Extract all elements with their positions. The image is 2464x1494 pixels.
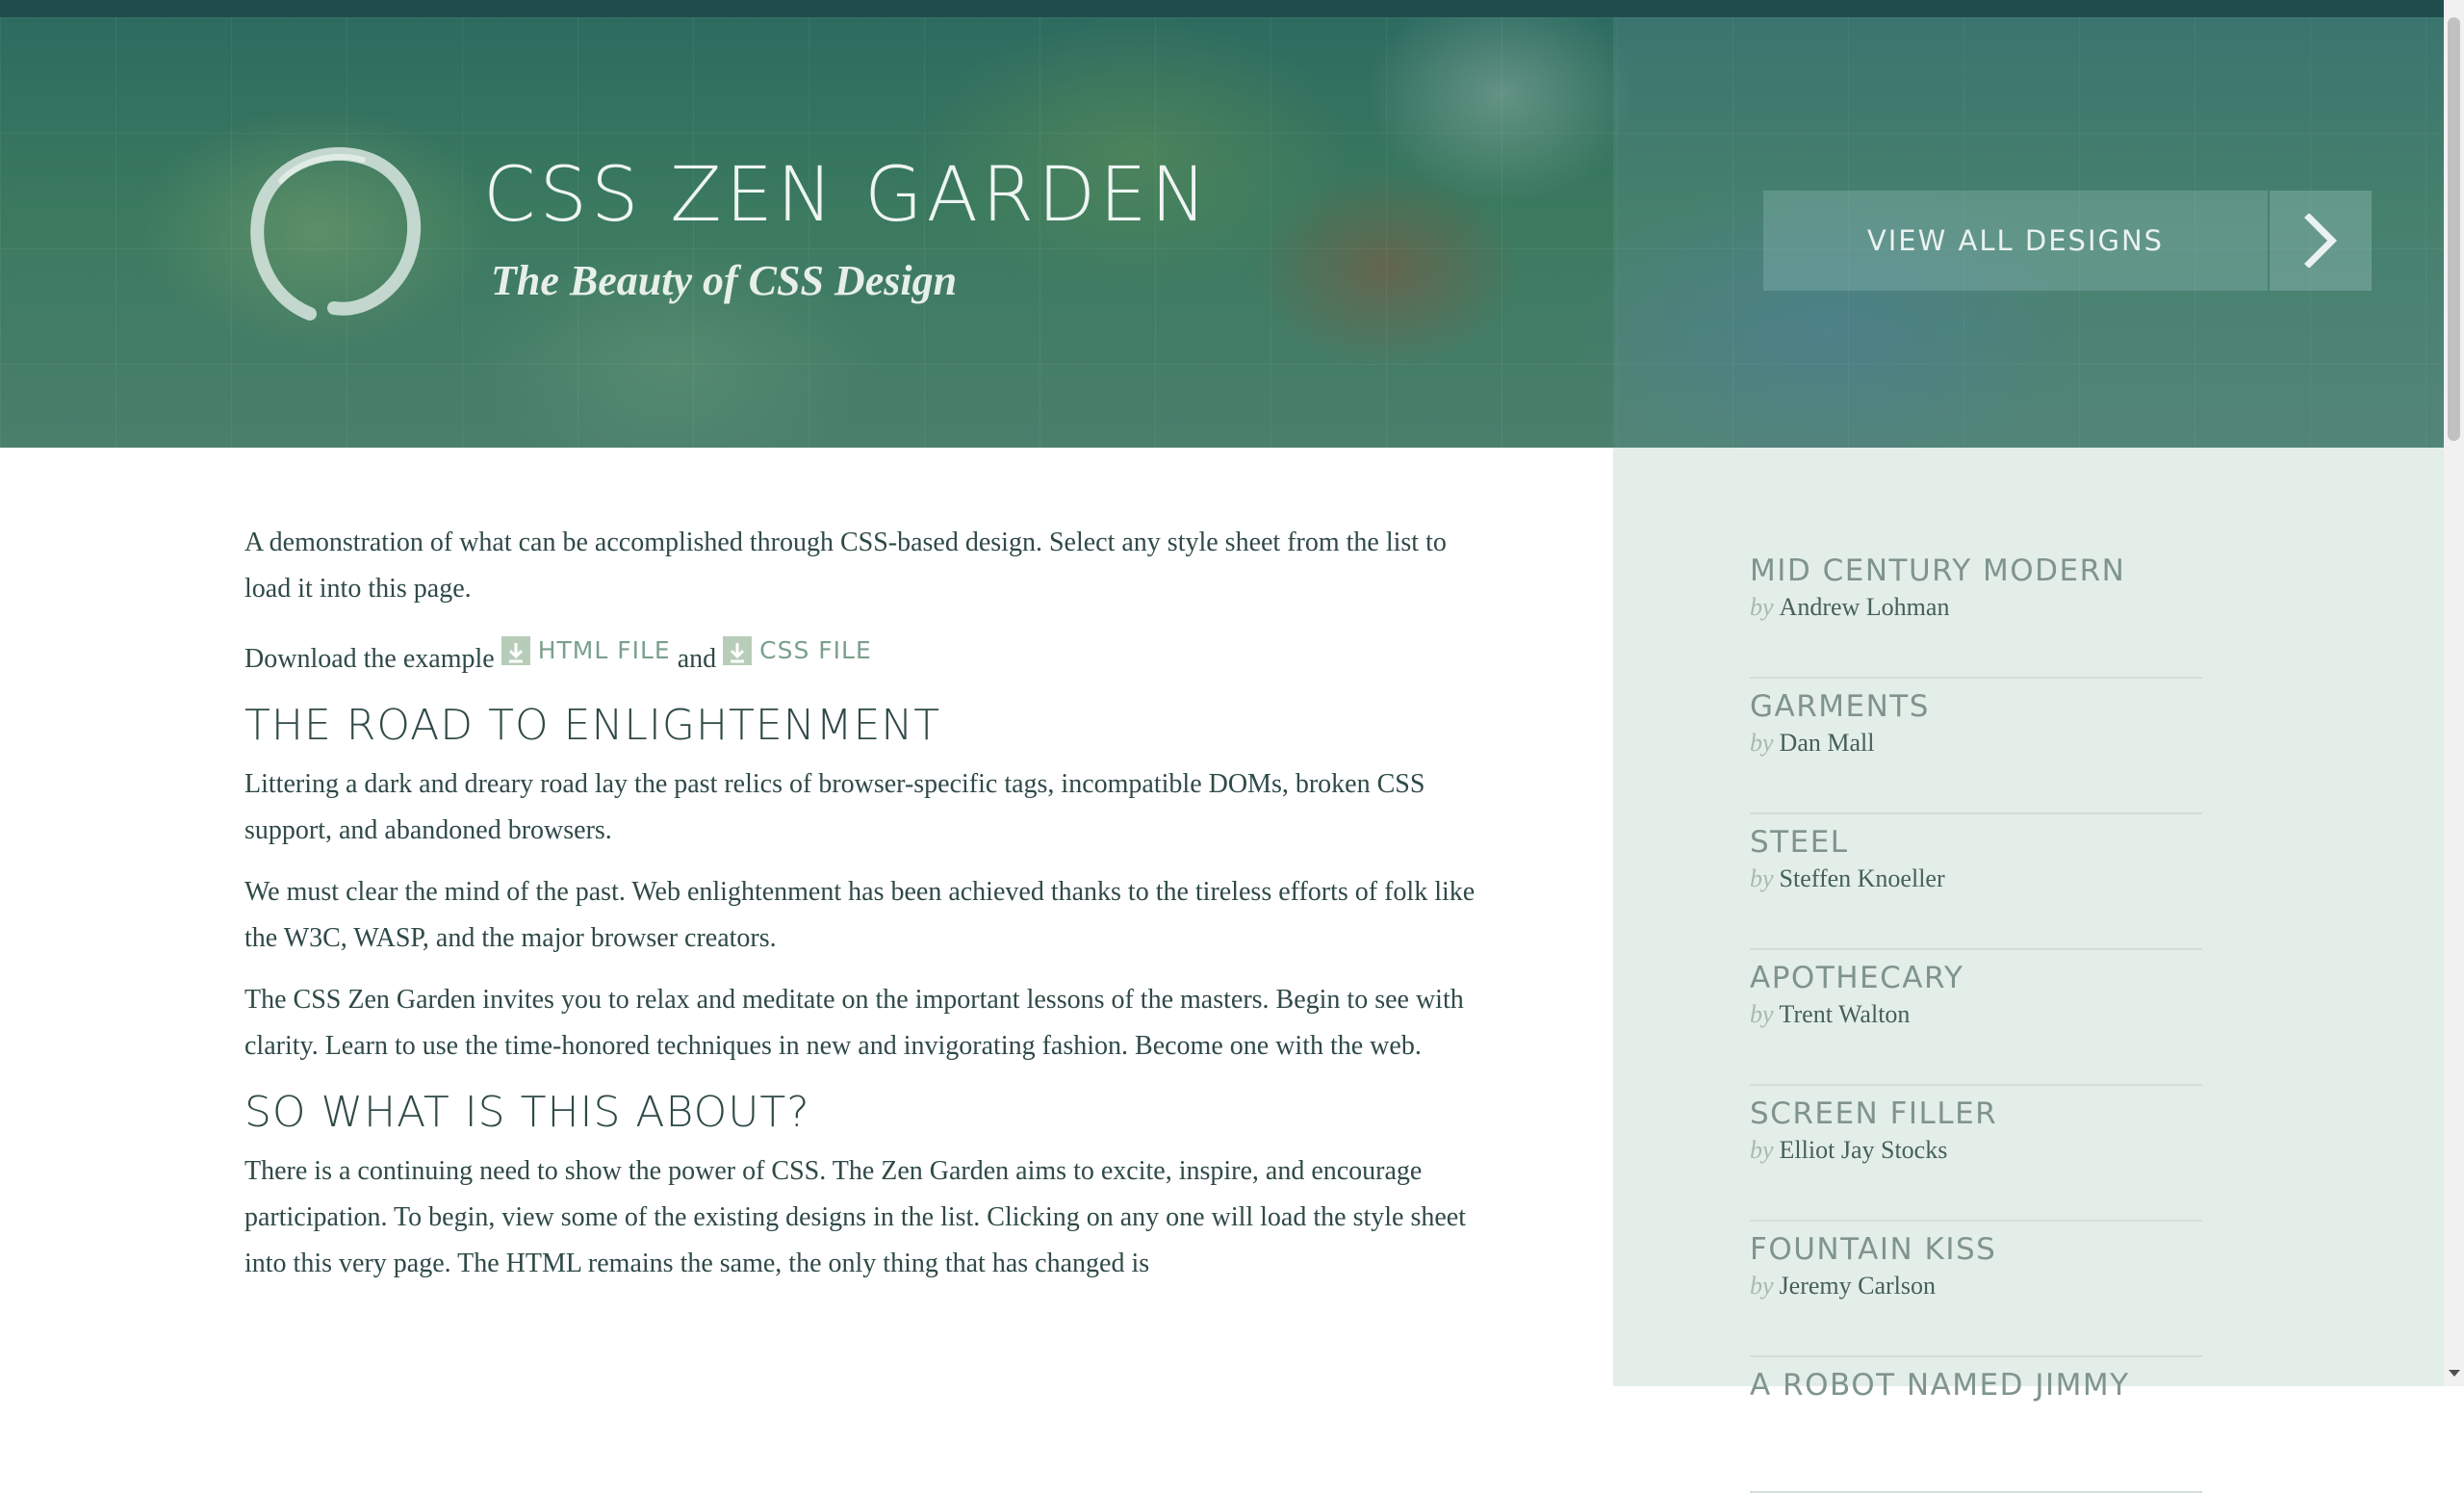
download-icon [500, 636, 530, 665]
main-content: A demonstration of what can be accomplis… [244, 520, 1496, 1302]
top-bar [0, 0, 2444, 17]
paragraph: We must clear the mind of the past. Web … [244, 877, 1476, 953]
download-and: and [677, 644, 717, 674]
intro-text: A demonstration of what can be accomplis… [244, 528, 1447, 604]
html-file-label: HTML FILE [537, 636, 671, 664]
scrollbar-thumb[interactable] [2448, 17, 2460, 441]
section-heading-enlightenment: THE ROAD TO ENLIGHTENMENT [244, 701, 941, 750]
design-list-item[interactable]: STEEL by Steffen Knoeller [1750, 815, 2202, 950]
section-heading-about: SO WHAT IS THIS ABOUT? [244, 1088, 810, 1137]
chevron-right-icon [2270, 191, 2372, 291]
design-name-link[interactable]: STEEL [1750, 823, 2202, 862]
design-author: by Trent Walton [1750, 997, 2202, 1032]
design-list-item[interactable]: SCREEN FILLER by Elliot Jay Stocks [1750, 1087, 2202, 1222]
author-link[interactable]: Jeremy Carlson [1780, 1272, 1936, 1300]
css-file-download-link[interactable]: CSS FILE [723, 628, 872, 674]
by-label: by [1750, 1272, 1774, 1300]
site-title: CSS ZEN GARDEN [483, 152, 1211, 239]
author-link[interactable]: Andrew Lohman [1780, 593, 1950, 621]
html-file-download-link[interactable]: HTML FILE [500, 628, 671, 674]
by-label: by [1750, 864, 1774, 892]
design-list-item[interactable]: A ROBOT NAMED JIMMY [1750, 1358, 2202, 1493]
design-author: by Andrew Lohman [1750, 590, 2202, 625]
design-author: by Steffen Knoeller [1750, 862, 2202, 896]
view-all-designs-button[interactable]: VIEW ALL DESIGNS [1763, 191, 2372, 291]
design-list: MID CENTURY MODERN by Andrew Lohman GARME… [1750, 544, 2202, 1494]
design-list-item[interactable]: FOUNTAIN KISS by Jeremy Carlson [1750, 1223, 2202, 1357]
download-line: Download the example HTML FILE and CSS F… [244, 628, 1496, 683]
design-list-sidebar: MID CENTURY MODERN by Andrew Lohman GARME… [1613, 448, 2444, 1493]
enso-logo-icon [250, 146, 422, 321]
scroll-down-arrow-icon[interactable] [2449, 1370, 2460, 1377]
download-icon [723, 636, 753, 665]
by-label: by [1750, 729, 1774, 757]
page-header: CSS ZEN GARDEN The Beauty of CSS Design … [0, 17, 2444, 448]
by-label: by [1750, 1000, 1774, 1028]
author-link[interactable]: Trent Walton [1780, 1000, 1911, 1028]
view-all-designs-label: VIEW ALL DESIGNS [1763, 191, 2268, 291]
vertical-scrollbar[interactable] [2444, 0, 2464, 1386]
design-name-link[interactable]: APOTHECARY [1750, 959, 2202, 997]
design-list-item[interactable]: GARMENTS by Dan Mall [1750, 680, 2202, 814]
design-author: by Elliot Jay Stocks [1750, 1133, 2202, 1168]
css-file-label: CSS FILE [759, 636, 872, 664]
design-list-item[interactable]: APOTHECARY by Trent Walton [1750, 951, 2202, 1086]
design-author: by Dan Mall [1750, 726, 2202, 760]
design-name-link[interactable]: A ROBOT NAMED JIMMY [1750, 1366, 2202, 1404]
design-author: by Jeremy Carlson [1750, 1269, 2202, 1303]
paragraph: Littering a dark and dreary road lay the… [244, 769, 1425, 845]
author-link[interactable]: Dan Mall [1780, 729, 1875, 757]
paragraph: The CSS Zen Garden invites you to relax … [244, 985, 1464, 1061]
paragraph: There is a continuing need to show the p… [244, 1156, 1466, 1278]
design-name-link[interactable]: GARMENTS [1750, 687, 2202, 726]
design-name-link[interactable]: MID CENTURY MODERN [1750, 552, 2202, 590]
author-link[interactable]: Steffen Knoeller [1780, 864, 1945, 892]
design-name-link[interactable]: FOUNTAIN KISS [1750, 1230, 2202, 1269]
design-name-link[interactable]: SCREEN FILLER [1750, 1095, 2202, 1133]
author-link[interactable]: Elliot Jay Stocks [1780, 1136, 1948, 1164]
design-list-item[interactable]: MID CENTURY MODERN by Andrew Lohman [1750, 544, 2202, 679]
by-label: by [1750, 593, 1774, 621]
by-label: by [1750, 1136, 1774, 1164]
site-tagline: The Beauty of CSS Design [491, 257, 958, 304]
download-prefix: Download the example [244, 644, 495, 674]
